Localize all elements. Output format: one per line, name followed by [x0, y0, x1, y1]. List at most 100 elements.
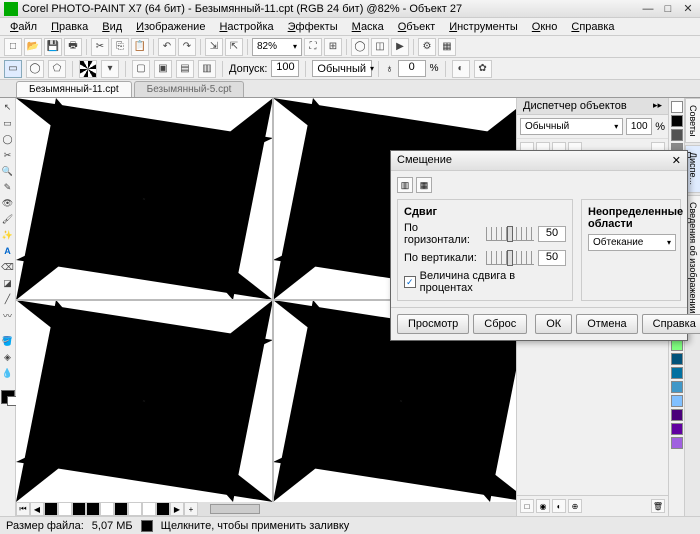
save-button[interactable]: 💾	[44, 38, 62, 56]
options-button[interactable]: ⚙	[418, 38, 436, 56]
vert-slider[interactable]	[486, 251, 534, 265]
prop-pattern-button[interactable]	[79, 60, 97, 78]
object-button[interactable]: ◫	[371, 38, 389, 56]
bg-color-swatch[interactable]	[7, 396, 17, 406]
minimize-icon[interactable]: —	[640, 2, 656, 16]
menu-image[interactable]: Изображение	[130, 19, 211, 35]
eraser-tool[interactable]: ⌫	[1, 260, 15, 274]
prop-normal-button[interactable]: ▢	[132, 60, 150, 78]
export-button[interactable]: ⇱	[225, 38, 243, 56]
cancel-button[interactable]: Отмена	[576, 314, 637, 334]
delete-object-icon[interactable]: 🗑	[651, 499, 665, 513]
mode-combo[interactable]: Обычный	[312, 60, 372, 77]
print-button[interactable]: 🖶	[64, 38, 82, 56]
close-icon[interactable]: ✕	[680, 2, 696, 16]
status-fill-swatch[interactable]	[141, 520, 153, 532]
menu-adjust[interactable]: Настройка	[213, 19, 279, 35]
mask-rect-tool[interactable]: ▭	[1, 116, 15, 130]
dialog-close-icon[interactable]: ✕	[672, 154, 681, 167]
nav-add-icon[interactable]: +	[184, 502, 198, 516]
crop-tool[interactable]: ✂	[1, 148, 15, 162]
layer-opacity-input[interactable]: 100	[626, 118, 652, 135]
undo-button[interactable]: ↶	[158, 38, 176, 56]
clone-tool[interactable]: ✎	[1, 180, 15, 194]
interactive-fill-tool[interactable]: ◈	[1, 350, 15, 364]
prop-sub-button[interactable]: ▤	[176, 60, 194, 78]
red-eye-tool[interactable]: 👁	[1, 196, 15, 210]
color-swatch[interactable]	[671, 395, 683, 407]
nav-prev-icon[interactable]: ◀	[30, 502, 44, 516]
menu-edit[interactable]: Правка	[45, 19, 94, 35]
preview-mode-2-icon[interactable]: ▦	[416, 177, 432, 193]
menu-tools[interactable]: Инструменты	[443, 19, 524, 35]
prop-poly-button[interactable]: ⬠	[48, 60, 66, 78]
prop-feather-button[interactable]: ✿	[474, 60, 492, 78]
mask-ellipse-tool[interactable]: ◯	[1, 132, 15, 146]
h-scrollbar[interactable]: ⏮ ◀ ▶ +	[16, 502, 516, 516]
rulers-button[interactable]: ⊞	[324, 38, 342, 56]
fg-color-swatch[interactable]	[1, 390, 15, 404]
prop-rect-button[interactable]: ▭	[4, 60, 22, 78]
tab-doc-1[interactable]: Безымянный-11.cpt	[16, 81, 132, 97]
color-swatch[interactable]	[671, 381, 683, 393]
preview-mode-1-icon[interactable]: ▥	[397, 177, 413, 193]
menu-help[interactable]: Справка	[565, 19, 620, 35]
eyedropper-tool[interactable]: 💧	[1, 366, 15, 380]
color-swatch[interactable]	[671, 367, 683, 379]
cut-button[interactable]: ✂	[91, 38, 109, 56]
line-tool[interactable]: ╱	[1, 292, 15, 306]
mask-button[interactable]: ◯	[351, 38, 369, 56]
color-swatch[interactable]	[671, 101, 683, 113]
redo-button[interactable]: ↷	[178, 38, 196, 56]
color-swatch[interactable]	[671, 409, 683, 421]
zoom-combo[interactable]: 82%	[252, 38, 302, 56]
horiz-value-input[interactable]: 50	[538, 226, 566, 242]
fill-tool[interactable]: 🪣	[1, 334, 15, 348]
launch-button[interactable]: ▶	[391, 38, 409, 56]
paste-button[interactable]: 📋	[131, 38, 149, 56]
nav-first-icon[interactable]: ⏮	[16, 502, 30, 516]
menu-file[interactable]: Файл	[4, 19, 43, 35]
horiz-slider[interactable]	[486, 227, 534, 241]
color-swatch[interactable]	[671, 423, 683, 435]
tolerance-input[interactable]: 100	[271, 60, 299, 77]
new-lens-icon[interactable]: ◉	[536, 499, 550, 513]
menu-effects[interactable]: Эффекты	[282, 19, 344, 35]
menu-view[interactable]: Вид	[96, 19, 128, 35]
new-button[interactable]: □	[4, 38, 22, 56]
undef-mode-combo[interactable]: Обтекание	[588, 234, 676, 251]
prop-add-button[interactable]: ▣	[154, 60, 172, 78]
vert-value-input[interactable]: 50	[538, 250, 566, 266]
vtab-hints[interactable]: Советы	[685, 98, 700, 143]
brush-tool[interactable]: 🖌	[1, 212, 15, 226]
preview-button[interactable]: Просмотр	[397, 314, 469, 334]
effect-tool[interactable]: ✨	[1, 228, 15, 242]
menu-mask[interactable]: Маска	[346, 19, 390, 35]
path-tool[interactable]: 〰	[1, 308, 15, 322]
open-button[interactable]: 📂	[24, 38, 42, 56]
combine-icon[interactable]: ⊕	[568, 499, 582, 513]
pick-tool[interactable]: ↖	[1, 100, 15, 114]
nav-next-icon[interactable]: ▶	[170, 502, 184, 516]
panel-menu-icon[interactable]: ▸▸	[653, 100, 662, 112]
app-launcher-button[interactable]: ▦	[438, 38, 456, 56]
maximize-icon[interactable]: □	[660, 2, 676, 16]
h-scroll-thumb[interactable]	[210, 504, 260, 514]
prop-xor-button[interactable]: ▥	[198, 60, 216, 78]
reset-button[interactable]: Сброс	[473, 314, 527, 334]
text-tool[interactable]: A	[1, 244, 15, 258]
color-swatch[interactable]	[671, 115, 683, 127]
help-button[interactable]: Справка	[642, 314, 700, 334]
color-swatch[interactable]	[671, 437, 683, 449]
prop-ellipse-button[interactable]: ◯	[26, 60, 44, 78]
blend-mode-combo[interactable]: Обычный	[520, 118, 623, 135]
new-object-icon[interactable]: □	[520, 499, 534, 513]
percent-checkbox[interactable]: ✓	[404, 276, 416, 288]
prop-antialiasing-button[interactable]: ◐	[452, 60, 470, 78]
ok-button[interactable]: ОК	[535, 314, 572, 334]
prop-dropdown-icon[interactable]: ▾	[101, 60, 119, 78]
dropshadow-tool[interactable]: ◪	[1, 276, 15, 290]
tab-doc-2[interactable]: Безымянный-5.cpt	[134, 81, 245, 97]
color-swatch[interactable]	[671, 353, 683, 365]
import-button[interactable]: ⇲	[205, 38, 223, 56]
